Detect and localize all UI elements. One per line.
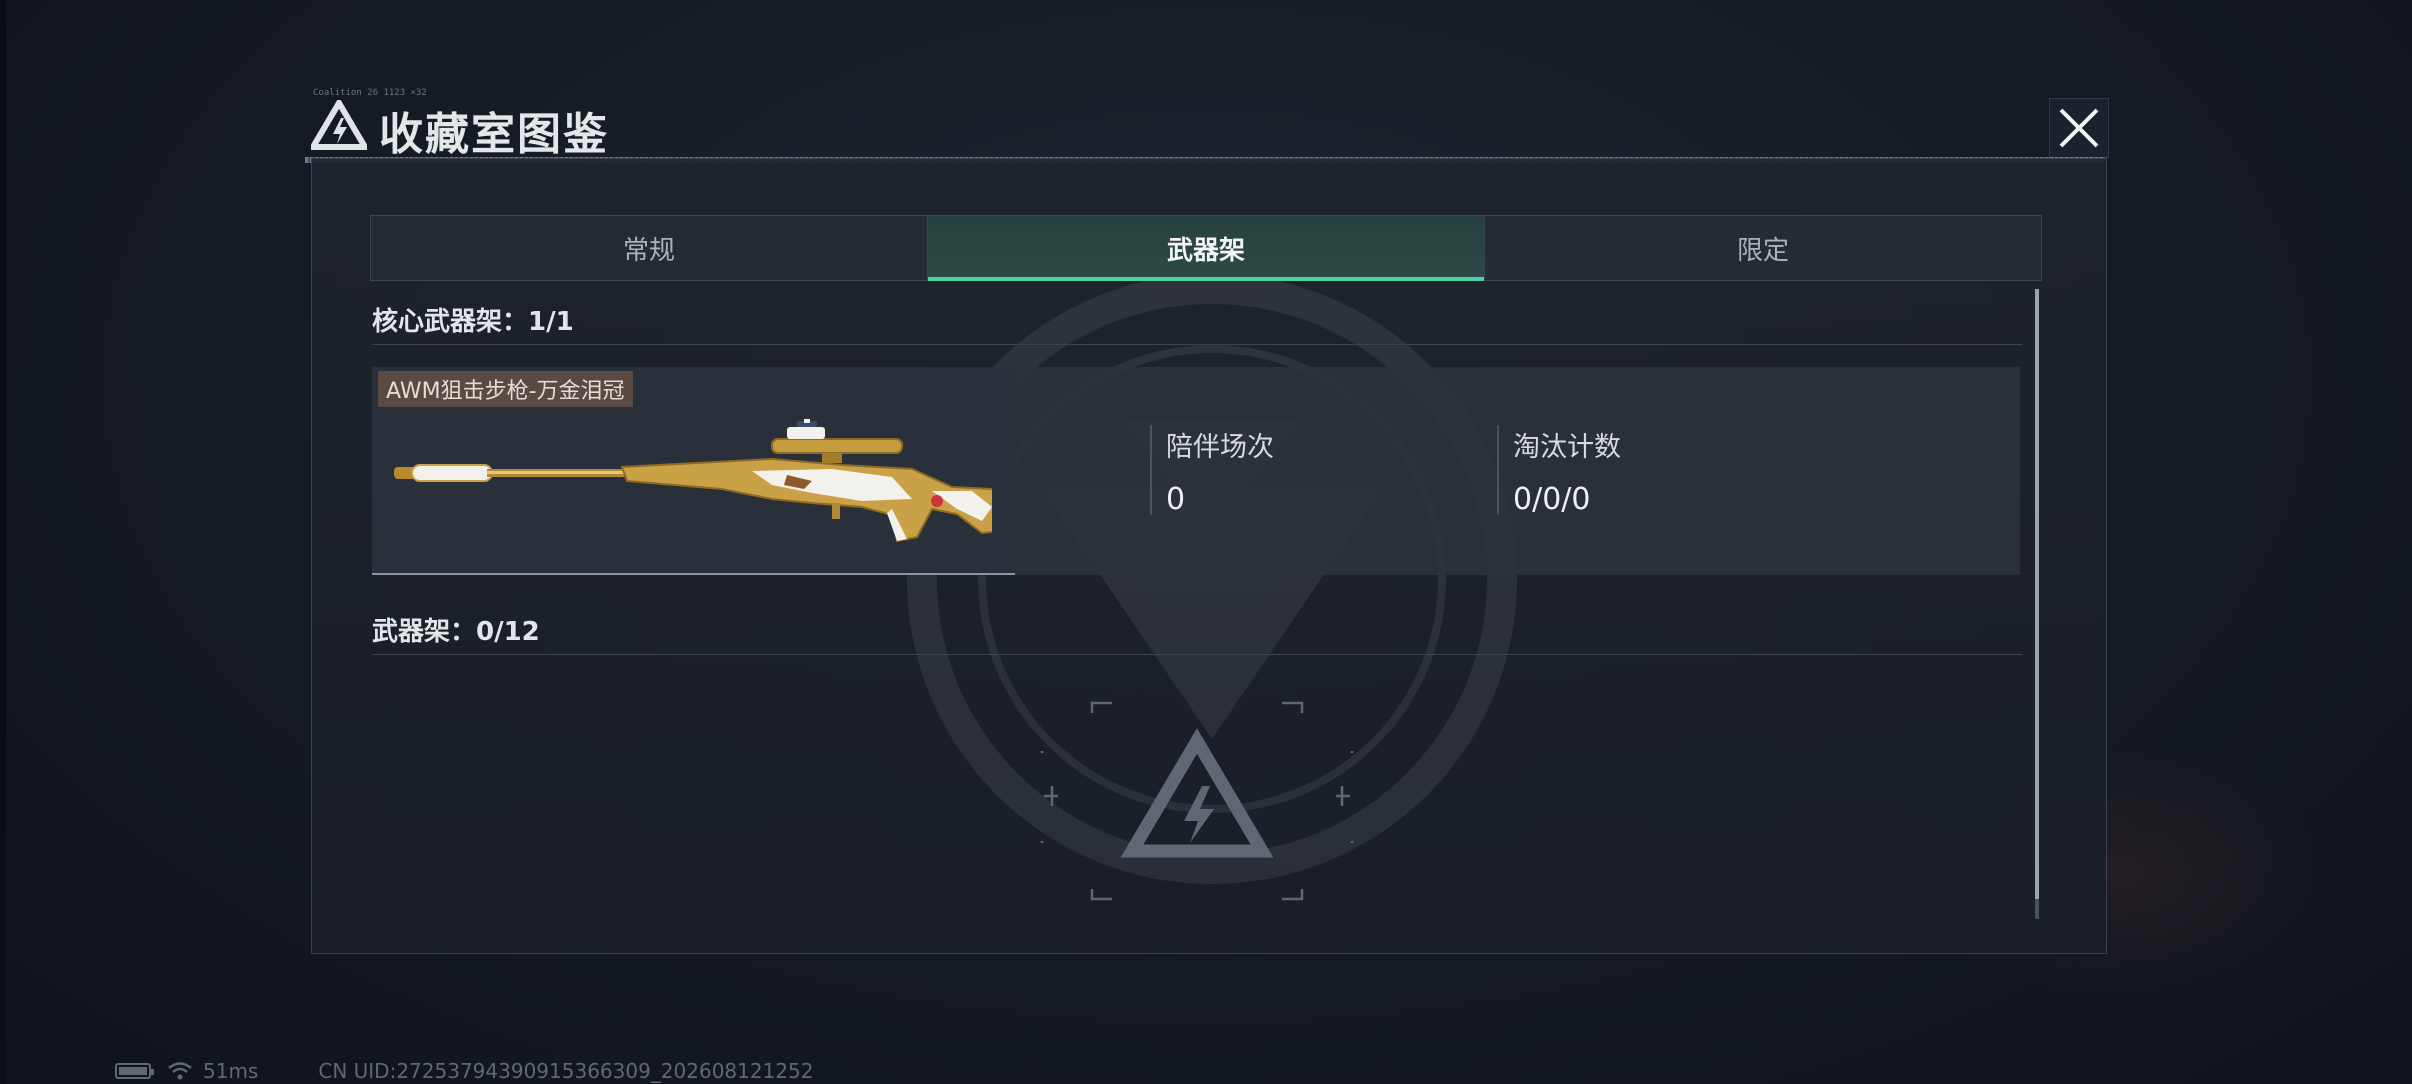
- weapon-rack-heading: 武器架：0/12: [372, 617, 540, 647]
- stat-eliminations: 淘汰计数 0/0/0: [1497, 425, 1621, 517]
- tab-general[interactable]: 常规: [371, 216, 928, 280]
- weapon-rack-divider: [372, 654, 2022, 655]
- title-bar: Coalition 26 1123 ×32 收藏室图鉴: [305, 88, 2120, 162]
- battery-icon: [115, 1063, 154, 1079]
- empty-slot-icon: [1040, 701, 1354, 901]
- weapon-name-tag: AWM狙击步枪-万金泪冠: [378, 371, 633, 407]
- user-uid: CN UID:27253794390915366309_202608121252: [318, 1059, 814, 1083]
- tab-limited[interactable]: 限定: [1485, 216, 2041, 280]
- core-rack-heading: 核心武器架：1/1: [372, 307, 574, 337]
- tab-weapon-rack[interactable]: 武器架: [928, 216, 1485, 281]
- stat-matches-value: 0: [1166, 482, 1186, 517]
- tab-bar: 常规 武器架 限定: [370, 215, 2042, 281]
- ping-value: 51ms: [203, 1059, 259, 1083]
- scrollbar[interactable]: [2035, 289, 2039, 919]
- close-button[interactable]: [2049, 98, 2109, 158]
- weapon-image-frame: AWM狙击步枪-万金泪冠: [372, 367, 1015, 575]
- rifle-image: [394, 419, 992, 543]
- scrollbar-thumb[interactable]: [2035, 289, 2039, 899]
- status-bar: 51ms CN UID:27253794390915366309_2026081…: [115, 1059, 814, 1083]
- wifi-icon: [168, 1062, 192, 1080]
- title-tiny-caption: Coalition 26 1123 ×32: [313, 88, 427, 98]
- close-icon: [2059, 108, 2099, 148]
- weapon-card[interactable]: AWM狙击步枪-万金泪冠 陪伴场次 0 淘汰计数 0/0/0: [372, 367, 2020, 575]
- stat-matches: 陪伴场次 0: [1150, 425, 1274, 517]
- collection-panel: 常规 武器架 限定 核心武器架：1/1 AWM狙击步枪-万金泪冠 陪伴场次 0 …: [311, 158, 2107, 954]
- logo-icon: [311, 100, 367, 150]
- screen-edge: [0, 0, 6, 1084]
- stat-matches-label: 陪伴场次: [1166, 432, 1274, 463]
- stat-eliminations-value: 0/0/0: [1513, 482, 1591, 517]
- core-rack-divider: [372, 344, 2022, 345]
- stat-eliminations-label: 淘汰计数: [1513, 432, 1621, 463]
- page-title: 收藏室图鉴: [379, 109, 609, 160]
